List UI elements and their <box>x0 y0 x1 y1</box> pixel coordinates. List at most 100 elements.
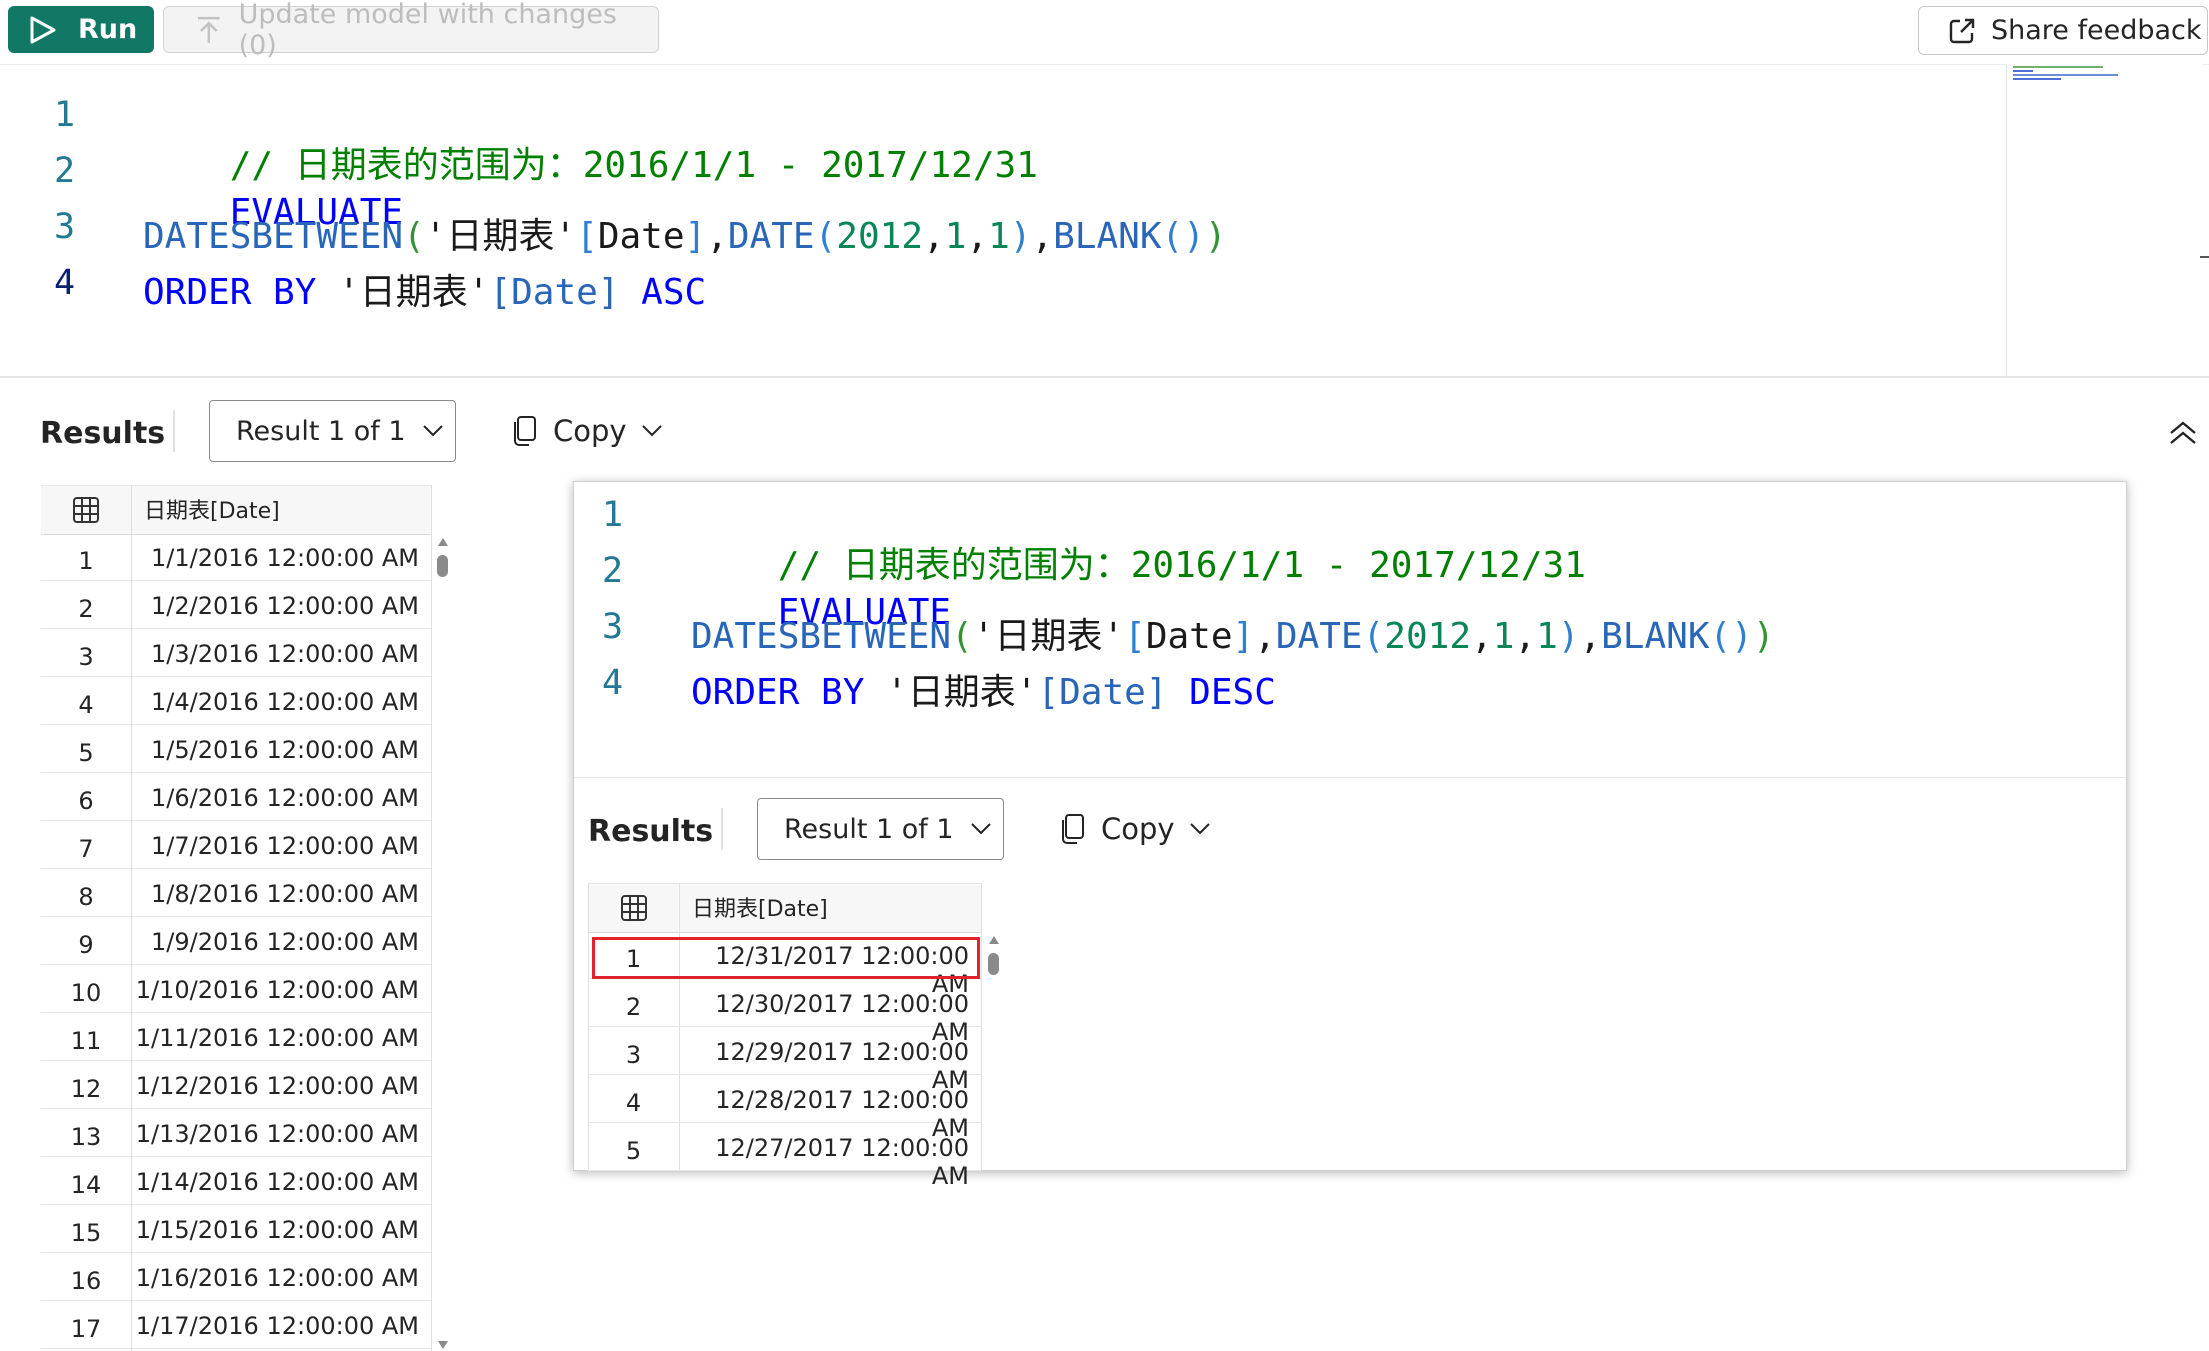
date-cell[interactable]: 1/14/2016 12:00:00 AM <box>131 1168 431 1196</box>
collapse-results-icon[interactable] <box>2168 420 2198 446</box>
result-selector-dropdown[interactable]: Result 1 of 1 <box>209 400 456 462</box>
copy-button[interactable]: Copy <box>511 414 663 448</box>
code-function: DATESBETWEEN <box>691 616 952 657</box>
result-selector-dropdown[interactable]: Result 1 of 1 <box>757 798 1004 860</box>
table-icon <box>73 497 99 523</box>
code-function: BLANK <box>1053 216 1162 257</box>
minimap-marker <box>2200 256 2209 258</box>
row-number: 17 <box>70 1315 102 1343</box>
date-cell[interactable]: 1/2/2016 12:00:00 AM <box>131 592 431 620</box>
code-line-3: DATESBETWEEN('日期表'[Date],DATE(2012,1,1),… <box>691 616 1775 657</box>
code-function: DATE <box>1275 616 1363 657</box>
editor-minimap[interactable] <box>2006 64 2203 376</box>
row-divider <box>41 964 431 965</box>
row-divider <box>41 1060 431 1061</box>
code-table: '日期表' <box>972 616 1125 657</box>
column-divider <box>981 883 982 1170</box>
line-number: 3 <box>54 207 76 247</box>
arrow-up-icon <box>197 16 220 43</box>
code-column-name: Date <box>597 216 685 257</box>
scroll-up-icon[interactable] <box>436 536 450 548</box>
date-cell[interactable]: 1/17/2016 12:00:00 AM <box>131 1312 431 1340</box>
date-cell[interactable]: 12/27/2017 12:00:00 AM <box>679 1134 981 1190</box>
row-number: 3 <box>625 1041 642 1069</box>
row-divider <box>41 868 431 869</box>
row-number: 12 <box>70 1075 102 1103</box>
row-divider <box>41 676 431 677</box>
row-divider <box>41 916 431 917</box>
row-number: 15 <box>70 1219 102 1247</box>
code-number: 2012 <box>1384 616 1471 657</box>
line-number: 4 <box>54 263 76 303</box>
code-line-4: ORDER BY '日期表'[Date] ASC <box>143 263 706 315</box>
minimap-preview <box>2013 66 2118 80</box>
copy-icon <box>514 416 536 446</box>
chevron-down-icon <box>1189 823 1210 835</box>
row-number: 4 <box>78 691 94 719</box>
date-cell[interactable]: 1/3/2016 12:00:00 AM <box>131 640 431 668</box>
row-divider <box>41 628 431 629</box>
row-number: 16 <box>70 1267 102 1295</box>
share-feedback-label: Share feedback <box>1991 15 2202 46</box>
row-divider <box>41 580 431 581</box>
row-divider <box>41 1348 431 1349</box>
date-cell[interactable]: 1/9/2016 12:00:00 AM <box>131 928 431 956</box>
row-divider <box>41 1300 431 1301</box>
scroll-down-icon[interactable] <box>436 1339 450 1351</box>
code-number: 2012 <box>836 216 923 257</box>
code-table: '日期表' <box>338 272 490 313</box>
copy-label: Copy <box>1101 812 1175 846</box>
scrollbar-thumb[interactable] <box>437 555 448 577</box>
share-feedback-button[interactable]: Share feedback <box>1918 6 2208 55</box>
date-cell[interactable]: 1/4/2016 12:00:00 AM <box>131 688 431 716</box>
date-cell[interactable]: 1/16/2016 12:00:00 AM <box>131 1264 431 1292</box>
row-number: 8 <box>78 883 94 911</box>
date-cell[interactable]: 1/1/2016 12:00:00 AM <box>131 544 431 572</box>
column-header-date[interactable]: 日期表[Date] <box>144 493 280 525</box>
date-cell[interactable]: 1/10/2016 12:00:00 AM <box>131 976 431 1004</box>
external-link-icon <box>1949 18 1975 43</box>
code-column: [Date] <box>1037 672 1168 713</box>
row-number: 11 <box>70 1027 102 1055</box>
toolbar-divider <box>0 64 2209 65</box>
run-button-label: Run <box>78 14 138 45</box>
row-divider <box>41 724 431 725</box>
date-cell[interactable]: 1/7/2016 12:00:00 AM <box>131 832 431 860</box>
code-number: 1 <box>1536 616 1558 657</box>
column-header-date[interactable]: 日期表[Date] <box>692 891 828 923</box>
row-number: 3 <box>78 643 94 671</box>
copy-button[interactable]: Copy <box>1059 812 1211 846</box>
date-cell[interactable]: 1/15/2016 12:00:00 AM <box>131 1216 431 1244</box>
results-title: Results <box>588 814 714 849</box>
row-number: 5 <box>78 739 94 767</box>
results-title: Results <box>40 416 166 451</box>
code-table: '日期表' <box>424 216 577 257</box>
code-keyword: DESC <box>1189 672 1276 713</box>
row-number: 5 <box>625 1137 642 1165</box>
editor-divider[interactable] <box>0 376 2209 378</box>
date-cell[interactable]: 1/13/2016 12:00:00 AM <box>131 1120 431 1148</box>
date-cell[interactable]: 1/5/2016 12:00:00 AM <box>131 736 431 764</box>
play-icon <box>30 16 56 44</box>
scroll-up-icon[interactable] <box>987 934 1001 946</box>
copy-icon <box>1062 814 1084 844</box>
date-cell[interactable]: 1/8/2016 12:00:00 AM <box>131 880 431 908</box>
row-divider <box>41 1204 431 1205</box>
date-cell[interactable]: 1/6/2016 12:00:00 AM <box>131 784 431 812</box>
table-icon <box>621 895 647 921</box>
popup-divider <box>574 777 2126 778</box>
result-selector-label: Result 1 of 1 <box>236 415 406 447</box>
code-number: 1 <box>944 216 967 257</box>
code-number: 1 <box>1492 616 1515 657</box>
code-function: DATE <box>727 216 815 257</box>
scrollbar-thumb[interactable] <box>988 953 999 975</box>
date-cell[interactable]: 1/11/2016 12:00:00 AM <box>131 1024 431 1052</box>
row-number: 2 <box>78 595 94 623</box>
run-button[interactable]: Run <box>8 6 154 53</box>
update-model-button[interactable]: Update model with changes (0) <box>163 0 659 61</box>
row-divider <box>41 1252 431 1253</box>
date-cell[interactable]: 1/12/2016 12:00:00 AM <box>131 1072 431 1100</box>
row-divider <box>41 772 431 773</box>
row-number: 10 <box>70 979 102 1007</box>
row-number: 6 <box>78 787 94 815</box>
